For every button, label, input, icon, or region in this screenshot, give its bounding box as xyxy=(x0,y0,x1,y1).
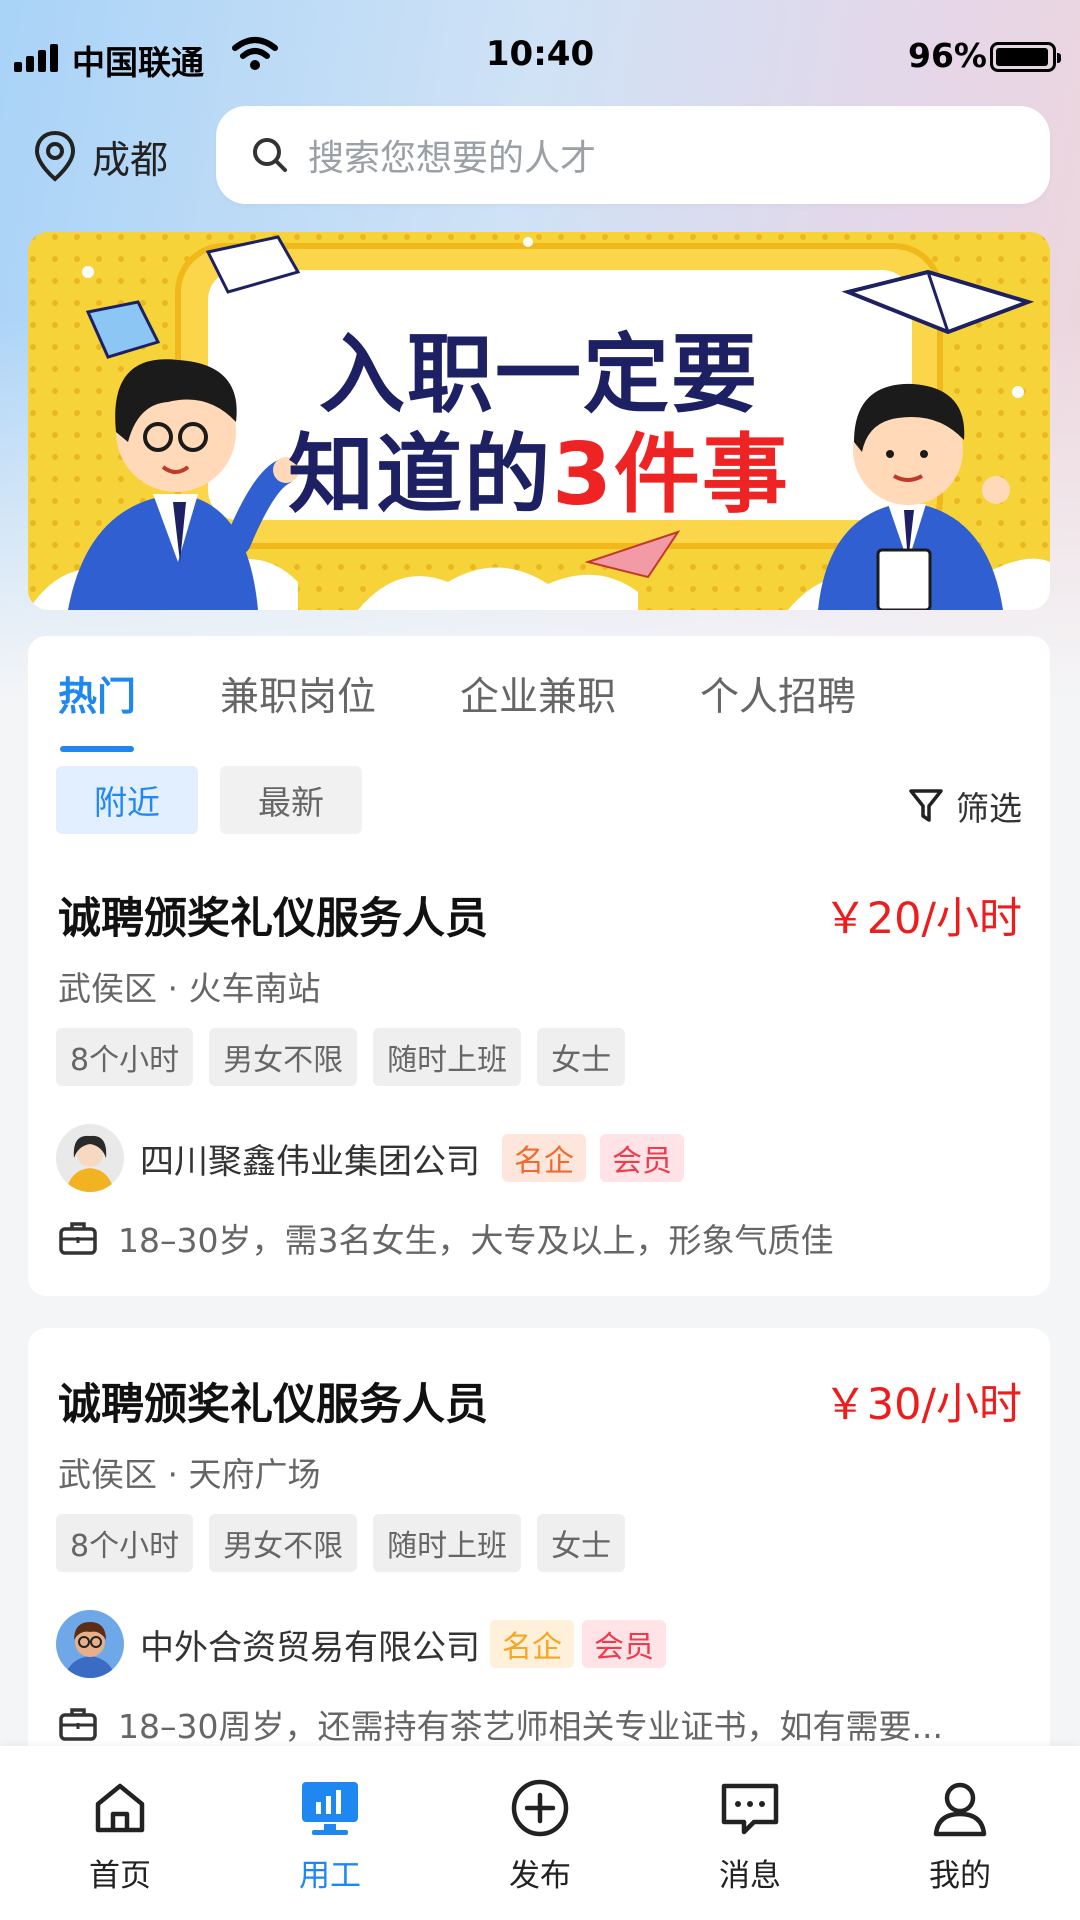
job-tag: 8个小时 xyxy=(56,1514,194,1572)
chip-latest[interactable]: 最新 xyxy=(220,766,362,834)
tab-company-part-time[interactable]: 企业兼职 xyxy=(460,666,616,736)
chip-nearby[interactable]: 附近 xyxy=(56,766,198,834)
search-placeholder: 搜索您想要的人才 xyxy=(308,138,597,179)
company-avatar xyxy=(56,1124,124,1192)
search-icon xyxy=(253,138,287,172)
job-tag: 男女不限 xyxy=(209,1028,358,1086)
job-description-text: 18–30岁，需3名女生，大专及以上，形象气质佳 xyxy=(118,1221,834,1260)
city-label: 成都 xyxy=(92,137,169,182)
badge-famous-company: 名企 xyxy=(490,1620,574,1668)
job-tag: 男女不限 xyxy=(209,1514,358,1572)
nav-publish[interactable]: 发布 xyxy=(470,1778,610,1895)
job-tag: 随时上班 xyxy=(373,1028,522,1086)
job-card[interactable]: 诚聘颁奖礼仪服务人员 ￥30/小时 武侯区 · 天府广场 8个小时 男女不限 随… xyxy=(28,1328,1050,1788)
nav-profile[interactable]: 我的 xyxy=(890,1778,1030,1895)
job-tag: 8个小时 xyxy=(56,1028,194,1086)
company-name: 中外合资贸易有限公司 xyxy=(140,1627,480,1668)
location-pin-icon xyxy=(34,130,76,182)
search-input[interactable]: 搜索您想要的人才 xyxy=(216,106,1050,204)
filter-button[interactable]: 筛选 xyxy=(908,782,1022,830)
company-name: 四川聚鑫伟业集团公司 xyxy=(140,1141,480,1182)
nav-home[interactable]: 首页 xyxy=(50,1778,190,1895)
job-location: 武侯区 · 天府广场 xyxy=(58,1455,321,1494)
job-pay: ￥20/小时 xyxy=(823,894,1022,944)
promo-banner[interactable]: 入职一定要 知道的3件事 xyxy=(28,232,1050,610)
message-icon xyxy=(721,1783,779,1835)
job-tags: 8个小时 男女不限 随时上班 女士 xyxy=(56,1514,626,1572)
job-description-text: 18–30周岁，还需持有茶艺师相关专业证书，如有需要... xyxy=(118,1707,943,1746)
job-tag: 女士 xyxy=(537,1514,626,1572)
status-bar: 中国联通 10:40 96% xyxy=(0,0,1080,112)
briefcase-icon xyxy=(59,1708,97,1741)
bottom-nav: 首页 用工 发布 消息 我的 xyxy=(0,1746,1080,1920)
city-selector[interactable]: 成都 xyxy=(32,128,168,184)
battery-icon xyxy=(990,42,1061,72)
home-icon xyxy=(95,1783,145,1833)
nav-employ[interactable]: 用工 xyxy=(260,1778,400,1895)
sort-chips: 附近 最新 xyxy=(56,766,362,834)
battery-percent: 96% xyxy=(908,36,987,75)
badge-member: 会员 xyxy=(600,1134,684,1182)
company-row: 中外合资贸易有限公司 名企 会员 xyxy=(56,1610,666,1678)
dashboard-icon xyxy=(302,1782,358,1835)
job-description: 18–30岁，需3名女生，大专及以上，形象气质佳 xyxy=(58,1214,833,1262)
nav-publish-label: 发布 xyxy=(509,1858,571,1894)
plus-circle-icon xyxy=(511,1779,569,1837)
company-row: 四川聚鑫伟业集团公司 名企 会员 xyxy=(56,1124,684,1192)
job-description: 18–30周岁，还需持有茶艺师相关专业证书，如有需要... xyxy=(58,1700,943,1748)
filter-label: 筛选 xyxy=(956,789,1022,828)
user-icon xyxy=(933,1782,987,1837)
nav-messages-label: 消息 xyxy=(719,1858,781,1894)
filter-icon xyxy=(909,789,943,822)
company-avatar xyxy=(56,1610,124,1678)
job-tag: 女士 xyxy=(537,1028,626,1086)
job-location: 武侯区 · 火车南站 xyxy=(58,969,321,1008)
nav-messages[interactable]: 消息 xyxy=(680,1778,820,1895)
tab-part-time-positions[interactable]: 兼职岗位 xyxy=(220,666,376,736)
job-pay: ￥30/小时 xyxy=(823,1380,1022,1430)
badge-member: 会员 xyxy=(582,1620,666,1668)
nav-employ-label: 用工 xyxy=(299,1858,361,1894)
job-title: 诚聘颁奖礼仪服务人员 xyxy=(58,894,488,944)
tab-hot[interactable]: 热门 xyxy=(58,666,136,752)
banner-title-highlight: 3件事 xyxy=(552,425,790,525)
job-list-panel: 热门 兼职岗位 企业兼职 个人招聘 附近 最新 筛选 诚聘颁奖礼仪服务人员 ￥2… xyxy=(28,636,1050,1296)
job-title: 诚聘颁奖礼仪服务人员 xyxy=(58,1380,488,1430)
job-tag: 随时上班 xyxy=(373,1514,522,1572)
badge-famous-company: 名企 xyxy=(502,1134,586,1182)
nav-profile-label: 我的 xyxy=(929,1858,991,1894)
nav-home-label: 首页 xyxy=(89,1858,151,1894)
banner-title-line2: 知道的3件事 xyxy=(28,404,1050,529)
job-tags: 8个小时 男女不限 随时上班 女士 xyxy=(56,1028,626,1086)
tab-personal-recruiting[interactable]: 个人招聘 xyxy=(700,666,856,736)
briefcase-icon xyxy=(59,1222,97,1255)
category-tabs: 热门 兼职岗位 企业兼职 个人招聘 xyxy=(58,666,940,752)
banner-title-prefix: 知道的 xyxy=(288,425,553,525)
